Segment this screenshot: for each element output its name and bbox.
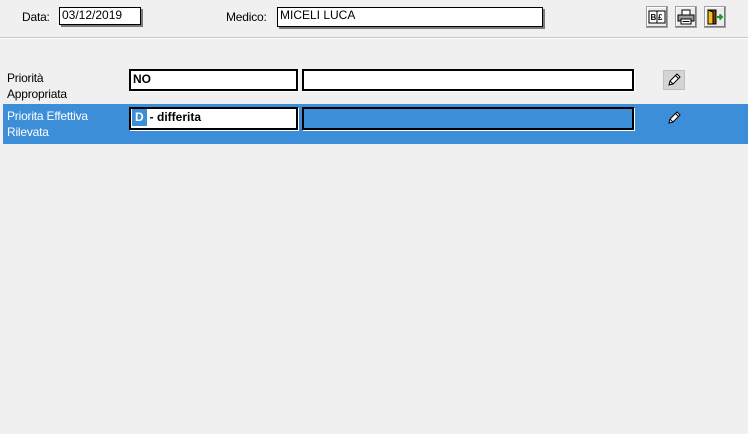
print-button[interactable]: [675, 6, 697, 28]
row-label-line1: Priorita Effettiva: [7, 109, 88, 123]
doctor-field[interactable]: MICELI LUCA: [277, 7, 543, 27]
priority-value: - differita: [149, 110, 202, 124]
svg-text:£: £: [658, 13, 663, 22]
printer-icon: [677, 9, 695, 25]
doctor-label: Medico:: [226, 10, 267, 24]
header-divider: [0, 37, 748, 39]
priority-code: D: [132, 109, 147, 126]
priorita-appropriata-description[interactable]: [302, 69, 634, 91]
pencil-icon: [668, 111, 681, 124]
register-button[interactable]: B £: [646, 6, 668, 28]
row-label-line1: Priorità: [7, 71, 44, 85]
row-label-line2: Appropriata: [7, 87, 67, 101]
row-label-priorita-effettiva: Priorita Effettiva Rilevata: [7, 110, 88, 139]
book-icon: B £: [648, 10, 666, 24]
edit-priorita-effettiva-button[interactable]: [663, 108, 685, 128]
exit-button[interactable]: [704, 6, 726, 28]
svg-text:B: B: [651, 13, 657, 22]
date-field[interactable]: 03/12/2019: [59, 7, 141, 25]
priorita-effettiva-field[interactable]: D- differita: [129, 107, 298, 130]
row-label-priorita-appropriata: Priorità Appropriata: [7, 72, 67, 101]
priorita-effettiva-description[interactable]: [302, 107, 634, 130]
exit-door-icon: [707, 9, 724, 25]
priorita-appropriata-field[interactable]: NO: [129, 69, 298, 91]
row-label-line2: Rilevata: [7, 125, 49, 139]
edit-priorita-appropriata-button[interactable]: [663, 70, 685, 90]
date-label: Data:: [22, 10, 50, 24]
pencil-icon: [668, 73, 681, 86]
